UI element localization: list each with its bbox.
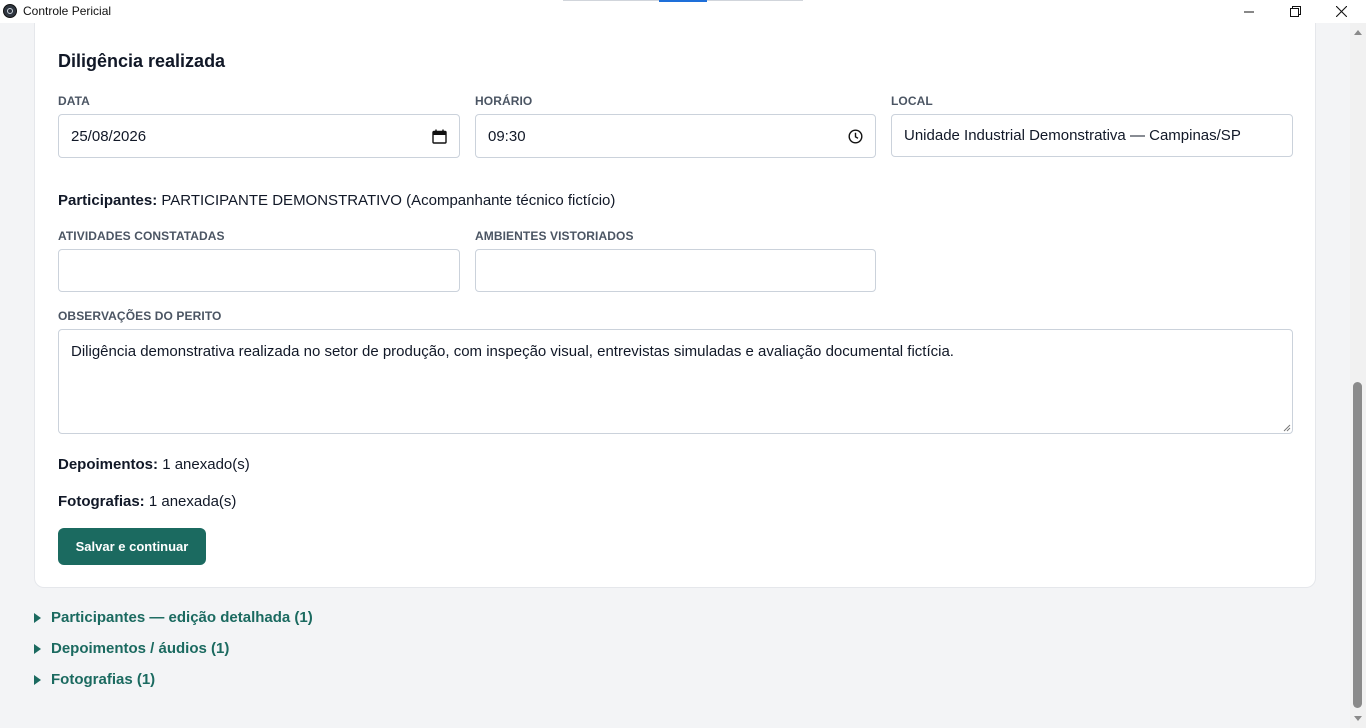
save-continue-button[interactable]: Salvar e continuar <box>58 528 206 565</box>
maximize-button[interactable] <box>1272 0 1318 23</box>
local-field[interactable]: Unidade Industrial Demonstrativa — Campi… <box>891 114 1293 157</box>
minimize-icon <box>1244 11 1254 12</box>
window-title: Controle Pericial <box>23 4 112 18</box>
local-label: LOCAL <box>891 94 933 108</box>
section-participantes-label: Participantes — edição detalhada (1) <box>51 609 313 626</box>
data-field[interactable]: 25/08/2026 <box>58 114 460 158</box>
participantes-label: Participantes: <box>58 192 158 209</box>
close-icon <box>1335 6 1347 17</box>
horario-field[interactable]: 09:30 <box>475 114 876 158</box>
observacoes-label: OBSERVAÇÕES DO PERITO <box>58 309 222 323</box>
local-value: Unidade Industrial Demonstrativa — Campi… <box>904 127 1241 144</box>
ambientes-field[interactable] <box>475 249 876 292</box>
scroll-down-arrow-icon[interactable] <box>1354 716 1362 721</box>
clock-icon[interactable] <box>848 128 863 144</box>
page-title: Diligência realizada <box>58 51 226 71</box>
close-button[interactable] <box>1318 0 1364 23</box>
fotografias-value: 1 anexada(s) <box>148 493 237 510</box>
horario-value: 09:30 <box>488 127 526 145</box>
title-bar: Controle Pericial <box>0 0 1366 23</box>
fotografias-line: Fotografias: 1 anexada(s) <box>58 493 236 510</box>
triangle-right-icon <box>34 612 41 623</box>
data-label: DATA <box>58 94 90 108</box>
active-tab-indicator <box>659 0 707 2</box>
scroll-up-arrow-icon[interactable] <box>1354 30 1362 35</box>
ambientes-label: AMBIENTES VISTORIADOS <box>475 229 634 243</box>
atividades-field[interactable] <box>58 249 460 292</box>
section-depoimentos-label: Depoimentos / áudios (1) <box>51 640 230 657</box>
minimize-button[interactable] <box>1226 0 1272 23</box>
section-participantes[interactable]: Participantes — edição detalhada (1) <box>34 609 313 626</box>
resize-grip-icon[interactable] <box>1283 424 1291 432</box>
calendar-icon[interactable] <box>432 129 447 144</box>
participantes-value: PARTICIPANTE DEMONSTRATIVO (Acompanhante… <box>161 192 616 209</box>
scroll-thumb[interactable] <box>1353 382 1362 708</box>
section-fotografias-label: Fotografias (1) <box>51 671 156 688</box>
fotografias-label: Fotografias: <box>58 493 145 510</box>
observacoes-value: Diligência demonstrativa realizada no se… <box>71 343 954 360</box>
app-icon <box>3 4 17 18</box>
restore-icon <box>1289 6 1301 17</box>
depoimentos-label: Depoimentos: <box>58 456 159 473</box>
section-fotografias[interactable]: Fotografias (1) <box>34 671 155 688</box>
depoimentos-value: 1 anexado(s) <box>162 456 250 473</box>
depoimentos-line: Depoimentos: 1 anexado(s) <box>58 456 250 473</box>
data-value: 25/08/2026 <box>71 127 147 145</box>
atividades-label: ATIVIDADES CONSTATADAS <box>58 229 225 243</box>
participantes-line: Participantes: PARTICIPANTE DEMONSTRATIV… <box>58 192 615 209</box>
vertical-scrollbar[interactable] <box>1350 23 1366 728</box>
triangle-right-icon <box>34 674 41 685</box>
triangle-right-icon <box>34 643 41 654</box>
section-depoimentos[interactable]: Depoimentos / áudios (1) <box>34 640 229 657</box>
horario-label: HORÁRIO <box>475 94 533 108</box>
observacoes-textarea[interactable]: Diligência demonstrativa realizada no se… <box>58 329 1293 434</box>
